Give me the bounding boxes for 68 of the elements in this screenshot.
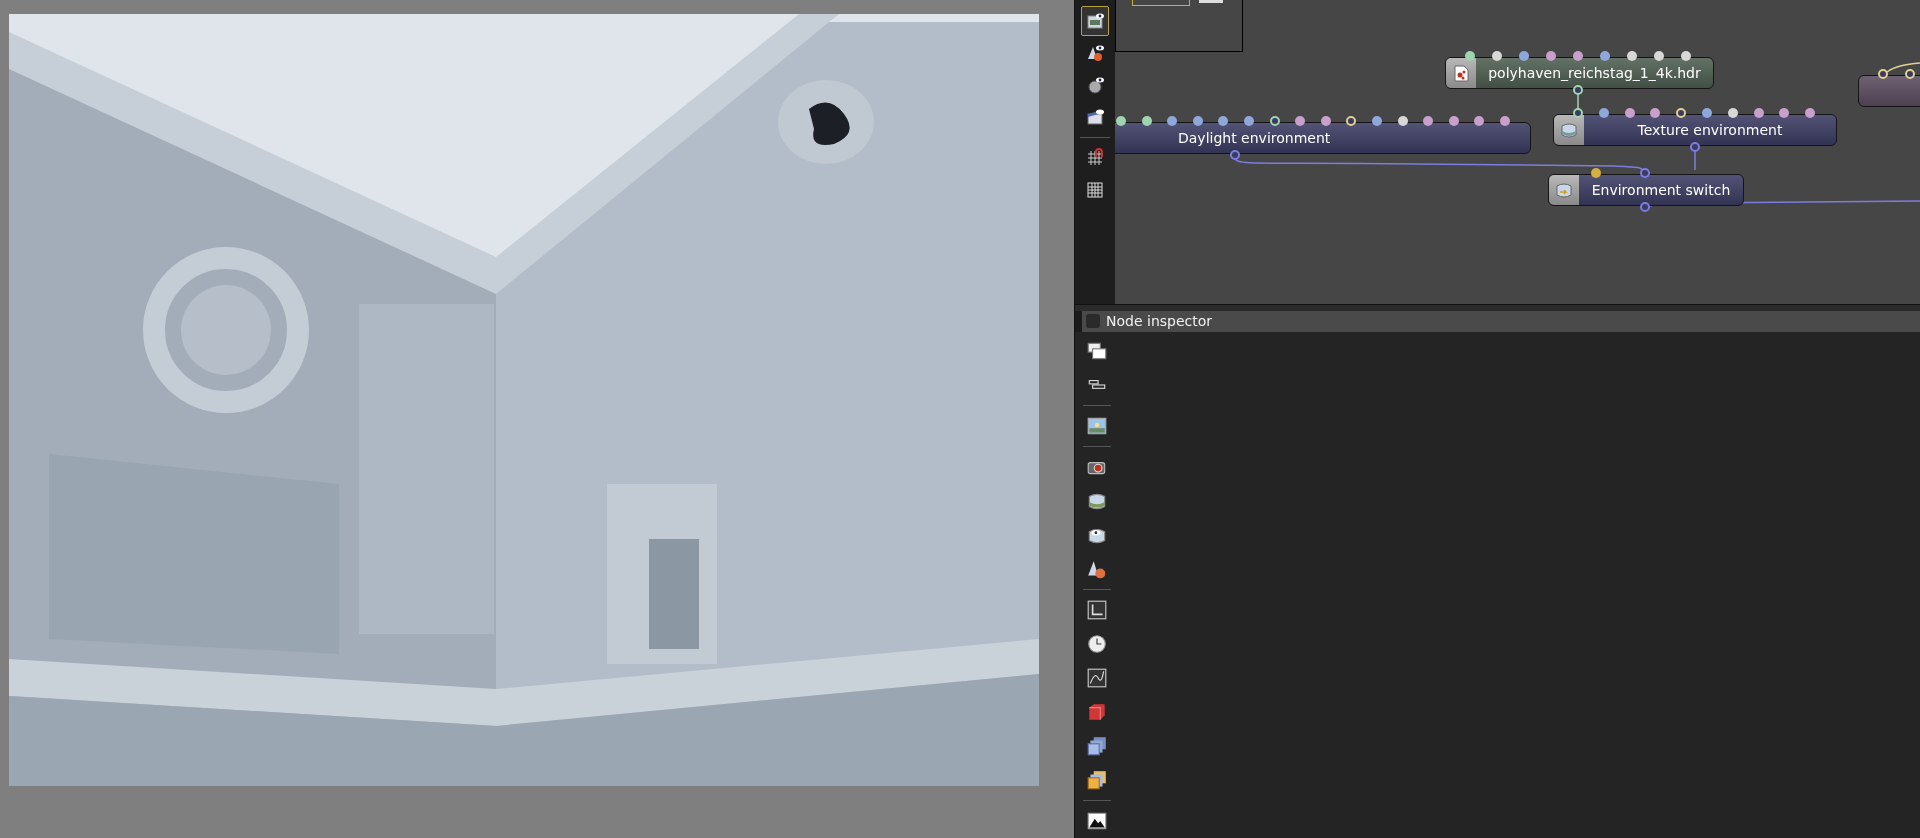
output-port[interactable] [1230,150,1240,160]
output-port[interactable] [1690,142,1700,152]
input-port[interactable] [1640,168,1650,178]
node-label: Texture environment [1636,122,1784,138]
node-icon [1549,175,1579,205]
cube-icon[interactable] [1086,701,1108,723]
panel-title: Node inspector [1106,313,1213,330]
output-port[interactable] [1640,202,1650,212]
input-port[interactable] [1650,108,1661,118]
node-label: Daylight environment [1177,130,1331,146]
crop-icon[interactable] [1086,599,1108,621]
input-port[interactable] [1591,168,1601,178]
input-port[interactable] [1702,108,1712,118]
cubes-stack-icon[interactable] [1086,769,1108,791]
image-icon[interactable] [1086,415,1108,437]
panel-toggle[interactable] [1086,314,1100,329]
input-port[interactable] [1546,51,1556,61]
input-port[interactable] [1465,51,1475,61]
input-port[interactable] [1753,108,1764,118]
input-port[interactable] [1727,108,1738,118]
input-port[interactable] [1805,108,1816,118]
node-icon [1554,115,1584,145]
input-port[interactable] [1192,116,1203,126]
windows-icon[interactable] [1086,340,1108,362]
input-port[interactable] [1320,116,1331,126]
input-port[interactable] [1423,116,1434,126]
clock-icon[interactable] [1086,633,1108,655]
graph-node[interactable]: Texture environment [1553,114,1837,146]
input-port[interactable] [1676,108,1687,118]
image-eye-icon[interactable] [1081,6,1109,36]
input-port[interactable] [1346,116,1357,126]
input-port[interactable] [1167,116,1178,126]
input-port[interactable] [1624,108,1635,118]
input-port[interactable] [1448,116,1459,126]
input-port[interactable] [1244,116,1254,126]
input-port[interactable] [1573,51,1583,61]
node-label: polyhaven_reichstag_1_4k.hdr [1487,65,1702,81]
output-port[interactable] [1573,85,1583,95]
graph-node[interactable]: Daylight environment [1115,122,1531,154]
input-port[interactable] [1269,116,1280,126]
node-icon [1446,58,1476,88]
input-port[interactable] [1573,108,1583,118]
cubes-icon[interactable] [1086,735,1108,757]
input-port[interactable] [1598,108,1609,118]
input-port[interactable] [1397,116,1408,126]
input-port[interactable] [1218,116,1229,126]
input-port[interactable] [1519,51,1529,61]
connection-line [1886,62,1920,73]
input-port[interactable] [1905,69,1915,79]
graph-node[interactable]: polyhaven_reichstag_1_4k.hdr [1445,57,1714,89]
input-port[interactable] [1295,116,1306,126]
input-port[interactable] [1116,116,1126,126]
input-port[interactable] [1681,51,1691,61]
input-port[interactable] [1500,116,1510,126]
input-port[interactable] [1141,116,1152,126]
graph-node[interactable]: Environment switch [1548,174,1744,206]
input-port[interactable] [1492,51,1502,61]
input-port[interactable] [1474,116,1485,126]
curve-icon[interactable] [1086,667,1108,689]
input-port[interactable] [1372,116,1382,126]
input-port[interactable] [1878,69,1888,79]
input-port[interactable] [1627,51,1637,61]
input-port[interactable] [1779,108,1790,118]
minimap[interactable] [1115,0,1243,52]
input-port[interactable] [1600,51,1610,61]
mountain-icon[interactable] [1086,810,1108,832]
input-port[interactable] [1654,51,1664,61]
node-label: Environment switch [1590,182,1732,198]
